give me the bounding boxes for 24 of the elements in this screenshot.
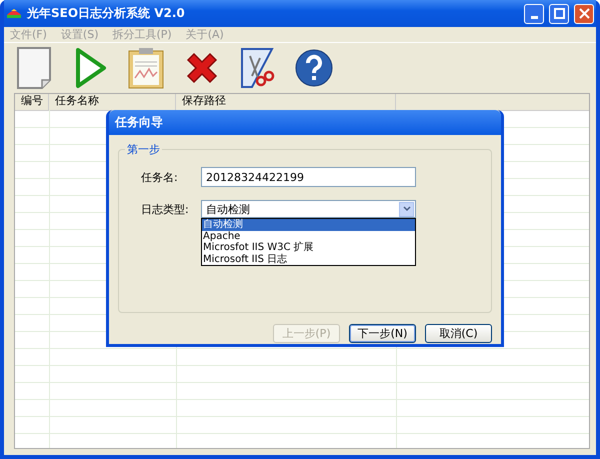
dialog-title: 任务向导 — [115, 114, 163, 131]
column-header[interactable]: 编号 — [15, 94, 49, 110]
dropdown-option[interactable]: Microsfot IIS W3C 扩展 — [202, 242, 415, 254]
log-type-dropdown[interactable]: 自动检测 — [201, 200, 416, 218]
dialog-button[interactable]: 下一步(N) — [349, 324, 416, 343]
dialog-button[interactable]: 取消(C) — [425, 324, 492, 343]
task-name-field[interactable]: 20128324422199 — [201, 167, 416, 187]
minimize-button[interactable] — [524, 4, 544, 24]
close-button[interactable] — [574, 4, 594, 24]
field-label: 日志类型: — [141, 202, 190, 216]
chevron-icon — [399, 202, 414, 216]
dropdown-option[interactable]: Microsoft IIS 日志 — [202, 254, 415, 265]
dropdown-option[interactable]: Apache — [202, 230, 415, 242]
field-label: 任务名: — [141, 170, 179, 184]
close-icon — [578, 8, 590, 19]
dropdown-option[interactable]: 自动检测 — [202, 219, 415, 230]
app-icon — [6, 6, 22, 20]
window-title: 光年SEO日志分析系统 V2.0 — [27, 5, 186, 22]
clipboard-chart-icon[interactable] — [126, 46, 166, 90]
blank-page-icon[interactable] — [14, 46, 54, 90]
maximize-icon — [554, 8, 564, 19]
minimize-icon — [530, 16, 538, 18]
maximize-button[interactable] — [549, 4, 569, 24]
group-label: 第一步 — [125, 142, 162, 157]
